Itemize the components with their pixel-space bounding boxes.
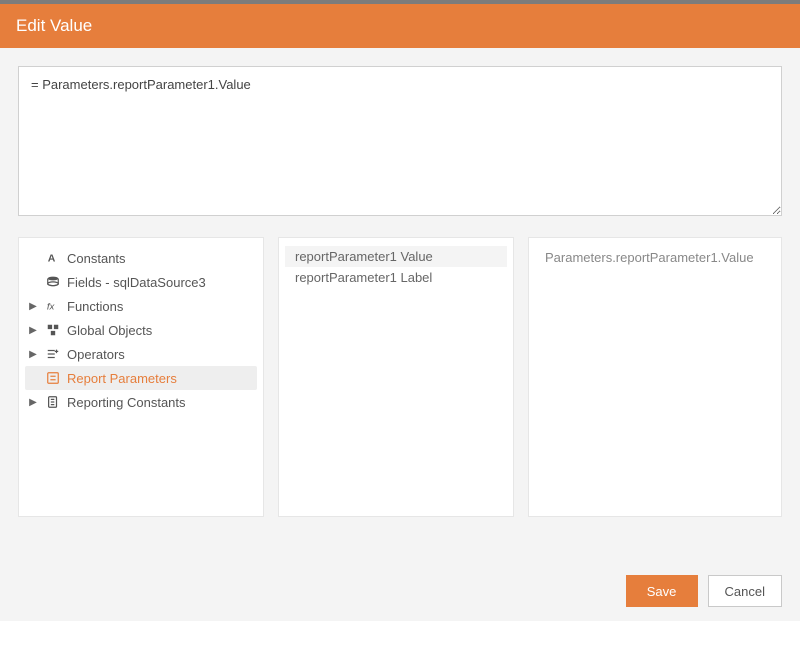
dialog-title: Edit Value xyxy=(16,16,92,35)
dialog-body: ▶ A Constants ▶ Fields - sqlDataSource3 … xyxy=(0,48,800,535)
expand-icon[interactable]: ▶ xyxy=(27,325,39,336)
panels-row: ▶ A Constants ▶ Fields - sqlDataSource3 … xyxy=(18,237,782,517)
repconst-icon xyxy=(45,394,61,410)
dialog-header: Edit Value xyxy=(0,4,800,48)
svg-text:fx: fx xyxy=(47,302,56,313)
tree-item-report-parameters[interactable]: ▶ Report Parameters xyxy=(25,366,257,390)
tree-label: Reporting Constants xyxy=(67,395,253,410)
globals-icon xyxy=(45,322,61,338)
svg-text:A: A xyxy=(48,253,56,265)
constants-icon: A xyxy=(45,250,61,266)
operators-icon xyxy=(45,346,61,362)
category-tree-panel: ▶ A Constants ▶ Fields - sqlDataSource3 … xyxy=(18,237,264,517)
tree-item-reporting-constants[interactable]: ▶ Reporting Constants xyxy=(25,390,257,414)
tree-label: Global Objects xyxy=(67,323,253,338)
expand-icon[interactable]: ▶ xyxy=(27,349,39,360)
list-item[interactable]: reportParameter1 Value xyxy=(285,246,507,267)
tree-label: Operators xyxy=(67,347,253,362)
detail-text: Parameters.reportParameter1.Value xyxy=(535,246,775,269)
tree-label: Constants xyxy=(67,251,253,266)
list-item[interactable]: reportParameter1 Label xyxy=(285,267,507,288)
params-icon xyxy=(45,370,61,386)
detail-panel: Parameters.reportParameter1.Value xyxy=(528,237,782,517)
expand-icon[interactable]: ▶ xyxy=(27,397,39,408)
tree-label: Functions xyxy=(67,299,253,314)
tree-item-functions[interactable]: ▶ fx Functions xyxy=(25,294,257,318)
dialog-footer: Save Cancel xyxy=(0,535,800,621)
expand-icon[interactable]: ▶ xyxy=(27,301,39,312)
expression-input[interactable] xyxy=(18,66,782,216)
save-button[interactable]: Save xyxy=(626,575,698,607)
tree-label: Report Parameters xyxy=(67,371,253,386)
fields-icon xyxy=(45,274,61,290)
tree-label: Fields - sqlDataSource3 xyxy=(67,275,253,290)
tree-item-operators[interactable]: ▶ Operators xyxy=(25,342,257,366)
cancel-button[interactable]: Cancel xyxy=(708,575,782,607)
functions-icon: fx xyxy=(45,298,61,314)
tree-item-global-objects[interactable]: ▶ Global Objects xyxy=(25,318,257,342)
tree-item-constants[interactable]: ▶ A Constants xyxy=(25,246,257,270)
items-list-panel: reportParameter1 Value reportParameter1 … xyxy=(278,237,514,517)
tree-item-fields[interactable]: ▶ Fields - sqlDataSource3 xyxy=(25,270,257,294)
